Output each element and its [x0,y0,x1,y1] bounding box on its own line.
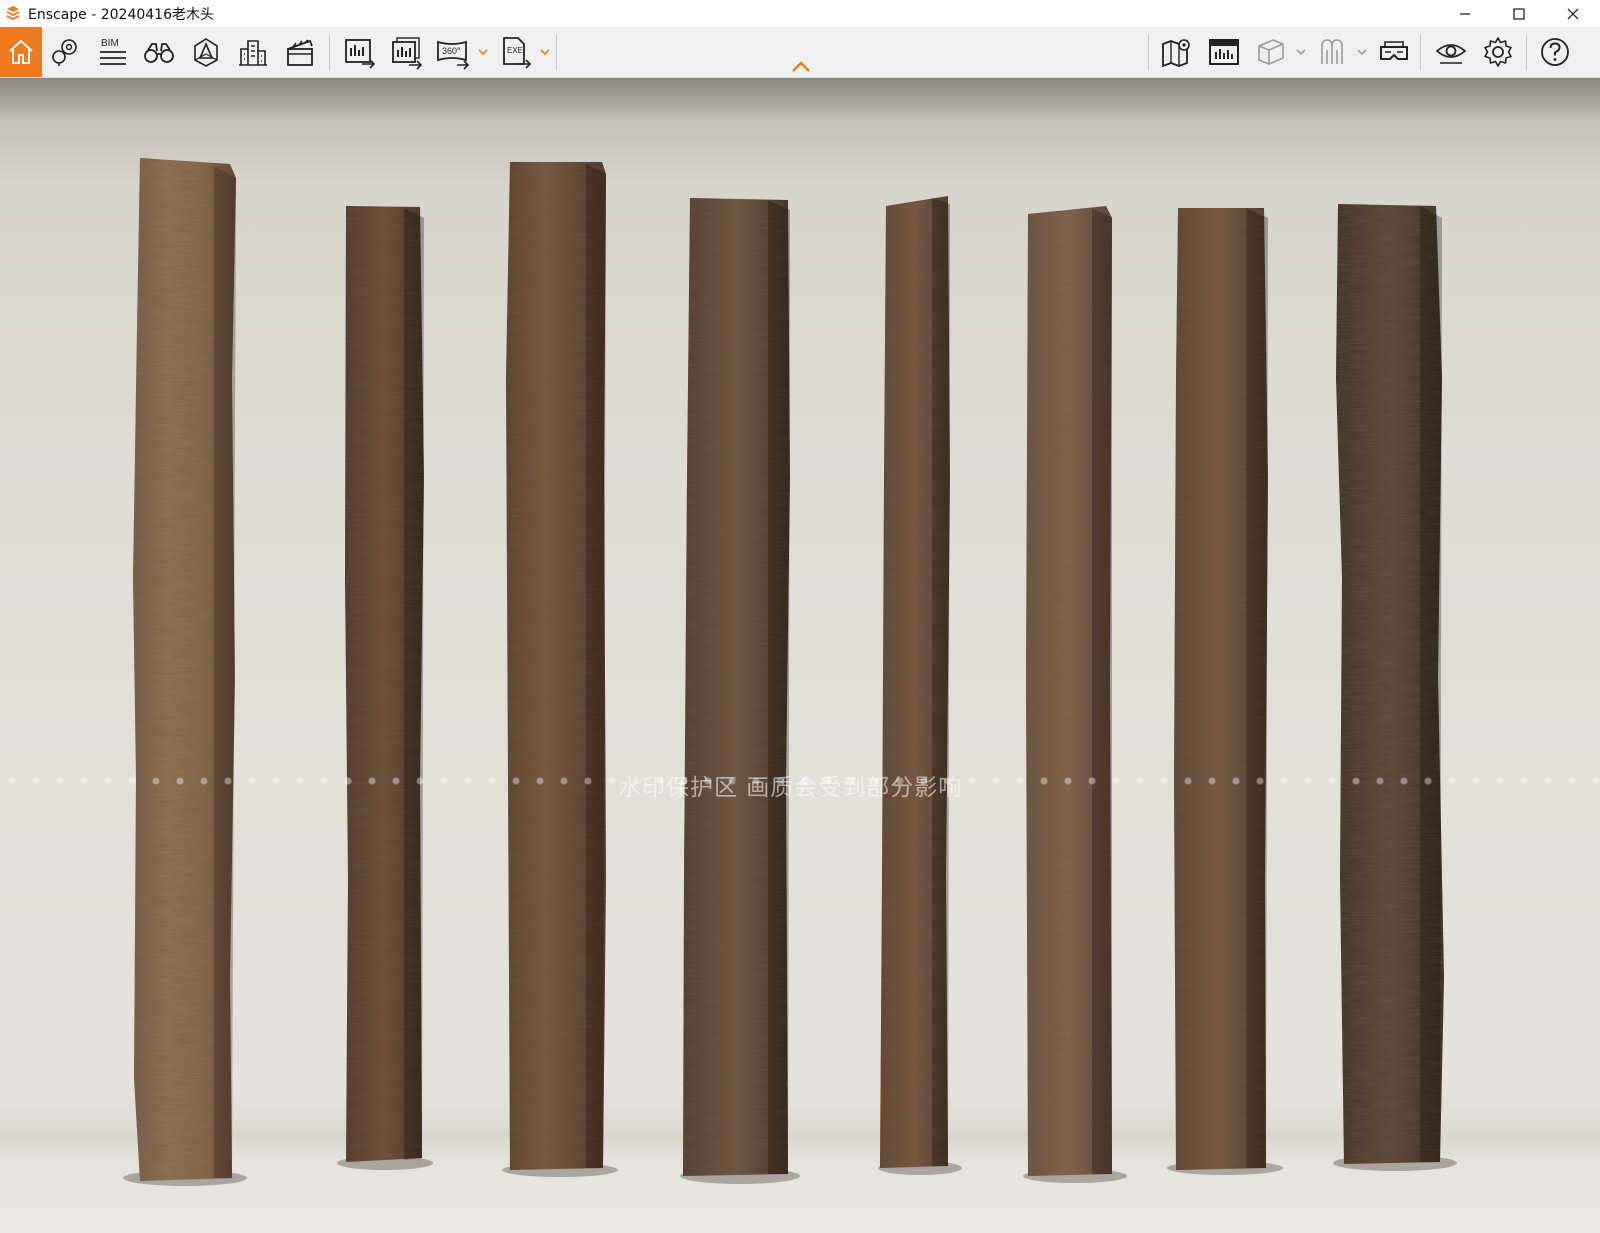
cube-view-dropdown-caret[interactable] [1294,27,1308,77]
export-exe-button[interactable]: EXE [494,27,536,77]
panorama-button[interactable]: 360° [432,27,474,77]
bim-label: BIM [101,38,119,49]
main-toolbar: BIM 360° EXE [0,27,1600,78]
map-icon [1162,39,1190,68]
vr-headset-button[interactable] [1373,27,1415,77]
toolbar-separator [1148,35,1149,71]
watermark-text: 水印保护区 画质会受到部分影响 [618,775,963,801]
wood-plank-8 [1336,204,1444,1164]
help-icon [1541,38,1569,66]
render-image-button[interactable] [338,27,380,77]
wood-planks-scene [123,158,1457,1186]
batch-render-icon [392,37,423,70]
export-exe-label: EXE [507,46,523,55]
visual-settings-button[interactable] [1430,27,1472,77]
visual-settings-eye-icon [1435,44,1467,64]
panorama-360-icon: 360° [437,40,470,70]
gear-icon [1484,37,1512,67]
asset-library-button[interactable] [185,27,227,77]
render-viewport[interactable]: 水印保护区 画质会受到部分影响 [0,78,1600,1233]
binoculars-button[interactable] [138,27,180,77]
asset-library-icon [194,38,218,67]
wood-plank-4 [683,198,790,1176]
cube-view-button[interactable] [1250,27,1292,77]
toolbar-separator [556,35,557,71]
chevron-down-icon [478,49,488,56]
title-bar: Enscape - 20240416老木头 [0,0,1600,27]
wood-plank-2 [345,206,424,1162]
window-controls [1438,0,1600,27]
wood-plank-1 [133,158,236,1181]
bim-list-icon: BIM [100,38,126,65]
vr-headset-icon [1380,41,1408,60]
collapse-toolbar-button[interactable] [788,58,814,76]
settings-button[interactable] [1477,27,1519,77]
toolbar-separator [1420,35,1421,71]
export-exe-icon: EXE [503,37,532,69]
enscape-logo-icon [6,5,20,20]
walk-mode-dropdown-caret[interactable] [1355,27,1369,77]
walk-mode-icon [1321,39,1343,64]
map-button[interactable] [1156,27,1198,77]
minimize-button[interactable] [1438,0,1492,27]
minimize-icon [1460,12,1470,15]
maximize-icon [1513,7,1525,20]
close-icon [1567,8,1579,19]
wood-plank-5 [880,196,950,1168]
render-image-icon [345,39,376,69]
help-button[interactable] [1534,27,1576,77]
home-button[interactable] [0,27,42,77]
video-editor-button[interactable] [279,27,321,77]
panorama-dropdown-caret[interactable] [476,27,490,77]
cube-view-icon [1258,39,1284,65]
chevron-down-icon [1357,49,1367,56]
bim-button[interactable]: BIM [91,27,133,77]
bim-viewer-icon [1209,39,1239,65]
export-dropdown-caret[interactable] [538,27,552,77]
wood-plank-6 [1026,206,1112,1176]
wood-plank-7 [1174,208,1268,1170]
batch-render-button[interactable] [385,27,427,77]
views-button[interactable] [44,27,86,77]
wood-plank-3 [506,162,606,1170]
buildings-icon [239,40,267,66]
close-button[interactable] [1546,0,1600,27]
chevron-down-icon [540,49,550,56]
toolbar-separator [1526,35,1527,71]
binoculars-icon [144,43,174,63]
walk-mode-button[interactable] [1311,27,1353,77]
home-icon [9,39,33,64]
window-title: Enscape - 20240416老木头 [28,6,214,23]
bim-viewer-button[interactable] [1203,27,1245,77]
location-pin-icon [52,39,77,66]
toolbar-separator [329,35,330,71]
maximize-button[interactable] [1492,0,1546,27]
chevron-down-icon [1296,49,1306,56]
chevron-up-icon [792,61,810,72]
clapperboard-icon [287,39,313,66]
panorama-360-label: 360° [442,46,461,56]
site-context-button[interactable] [232,27,274,77]
